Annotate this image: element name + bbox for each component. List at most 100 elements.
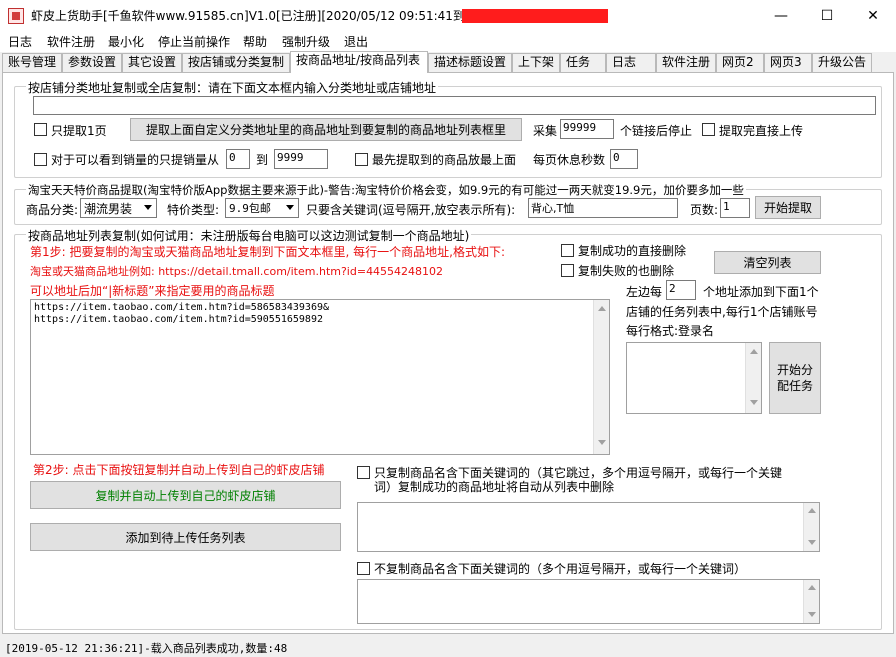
- left-each-label: 左边每: [626, 285, 663, 299]
- assign-text-3: 每行格式:登录名: [626, 324, 715, 338]
- collect-count-input[interactable]: 99999: [560, 119, 614, 139]
- assign-text-1: 个地址添加到下面1个: [703, 285, 819, 299]
- url-line: https://item.taobao.com/item.htm?id=5905…: [34, 314, 323, 325]
- rest-seconds-input[interactable]: 0: [610, 149, 638, 169]
- sales-from-input[interactable]: 0: [226, 149, 250, 169]
- pages-input[interactable]: 1: [720, 198, 750, 218]
- direct-upload-label: 提取完直接上传: [719, 124, 804, 138]
- delete-success-checkbox[interactable]: [561, 244, 574, 257]
- close-icon: ✕: [867, 7, 879, 24]
- menu-log[interactable]: 日志: [8, 33, 32, 50]
- price-type-select[interactable]: 9.9包邮: [225, 198, 299, 218]
- include-keywords-textarea[interactable]: [357, 502, 820, 552]
- status-text: [2019-05-12 21:36:21]-载入商品列表成功,数量:48: [5, 642, 288, 655]
- scroll-up-icon: [808, 508, 816, 513]
- stop-after-label: 个链接后停止: [620, 124, 693, 138]
- category-select[interactable]: 潮流男装: [80, 198, 157, 218]
- extract-button[interactable]: 提取上面自定义分类地址里的商品地址到要复制的商品地址列表框里: [130, 118, 522, 141]
- price-type-label: 特价类型:: [167, 203, 220, 217]
- assign-button-line1: 开始分: [776, 363, 813, 377]
- tab-by-shop[interactable]: 按店铺或分类复制: [182, 53, 290, 72]
- minimize-icon: —: [774, 7, 788, 24]
- menu-help[interactable]: 帮助: [243, 33, 267, 50]
- menu-minimize[interactable]: 最小化: [108, 33, 144, 50]
- chevron-down-icon: [144, 205, 152, 210]
- menu-stop[interactable]: 停止当前操作: [158, 33, 230, 50]
- first-on-top-label: 最先提取到的商品放最上面: [372, 153, 517, 167]
- minimize-button[interactable]: —: [758, 0, 804, 31]
- sales-to-label: 到: [256, 153, 269, 167]
- each-count-input[interactable]: 2: [666, 280, 696, 300]
- scroll-down-icon: [808, 612, 816, 617]
- include-keywords-checkbox[interactable]: [357, 466, 370, 479]
- category-value: 潮流男装: [84, 202, 133, 216]
- url-list-textarea[interactable]: https://item.taobao.com/item.htm?id=5865…: [30, 299, 610, 455]
- scroll-down-icon: [750, 400, 758, 405]
- menu-register[interactable]: 软件注册: [47, 33, 95, 50]
- maximize-button[interactable]: ☐: [804, 0, 850, 31]
- collect-label: 采集: [533, 124, 558, 138]
- tab-web3[interactable]: 网页3: [764, 53, 812, 72]
- delete-fail-label: 复制失败的也删除: [578, 264, 675, 278]
- tab-accounts[interactable]: 账号管理: [2, 53, 62, 72]
- tab-listing[interactable]: 上下架: [512, 53, 560, 72]
- menu-exit[interactable]: 退出: [344, 33, 368, 50]
- rest-seconds-label: 每页休息秒数: [533, 153, 606, 167]
- maximize-icon: ☐: [820, 7, 834, 24]
- step2-text: 第2步: 点击下面按钮复制并自动上传到自己的虾皮店铺: [33, 463, 325, 477]
- tejia-legend: 淘宝天天特价商品提取(淘宝特价版App数据主要来源于此)-警告:淘宝特价价格会变…: [26, 182, 746, 198]
- only-page1-label: 只提取1页: [51, 124, 107, 138]
- copy-upload-button[interactable]: 复制并自动上传到自己的虾皮店铺: [30, 481, 341, 509]
- product-list-legend: 按商品地址列表复制(如何试用：未注册版每台电脑可以这边测试复制一个商品地址): [26, 227, 472, 244]
- delete-success-label: 复制成功的直接删除: [578, 244, 687, 258]
- sales-filter-label: 对于可以看到销量的只提销量从: [51, 153, 220, 167]
- tab-register[interactable]: 软件注册: [656, 53, 716, 72]
- keyword-label: 只要含关键词(逗号隔开,放空表示所有):: [306, 203, 516, 217]
- tab-log[interactable]: 日志: [606, 53, 656, 72]
- tab-params[interactable]: 参数设置: [62, 53, 122, 72]
- tab-web2[interactable]: 网页2: [716, 53, 764, 72]
- category-label: 商品分类:: [26, 203, 79, 217]
- assign-task-button[interactable]: 开始分 配任务: [769, 342, 821, 414]
- keyword-input[interactable]: 背心,T恤: [528, 198, 678, 218]
- step1-text: 第1步: 把要复制的淘宝或天猫商品地址复制到下面文本框里, 每行一个商品地址,格…: [30, 245, 505, 259]
- url-line: https://item.taobao.com/item.htm?id=5865…: [34, 302, 330, 313]
- sales-filter-checkbox[interactable]: [34, 153, 47, 166]
- include-keywords-scrollbar[interactable]: [803, 503, 819, 551]
- only-page1-checkbox[interactable]: [34, 123, 47, 136]
- add-task-button[interactable]: 添加到待上传任务列表: [30, 523, 341, 551]
- menu-force-upgrade[interactable]: 强制升级: [282, 33, 330, 50]
- exclude-keywords-textarea[interactable]: [357, 579, 820, 624]
- scroll-up-icon: [808, 585, 816, 590]
- tab-other-settings[interactable]: 其它设置: [122, 53, 182, 72]
- close-button[interactable]: ✕: [850, 0, 896, 31]
- tab-tasks[interactable]: 任务: [560, 53, 606, 72]
- exclude-keywords-checkbox[interactable]: [357, 562, 370, 575]
- scroll-down-icon: [598, 440, 606, 445]
- sales-to-input[interactable]: 9999: [274, 149, 328, 169]
- category-url-input[interactable]: [33, 96, 876, 115]
- url-list-scrollbar[interactable]: [593, 300, 609, 454]
- exclude-keywords-label: 不复制商品名含下面关键词的（多个用逗号隔开，或每行一个关键词）: [374, 562, 747, 576]
- tab-desc-title[interactable]: 描述标题设置: [428, 53, 512, 72]
- title-hint-text: 可以地址后加“|新标题”来指定要用的商品标题: [30, 284, 275, 298]
- window-title: 虾皮上货助手[千鱼软件www.91585.cn]V1.0[已注册][2020/0…: [31, 9, 482, 23]
- start-extract-button[interactable]: 开始提取: [755, 196, 821, 219]
- scroll-down-icon: [808, 540, 816, 545]
- shop-accounts-textarea[interactable]: [626, 342, 762, 414]
- example-url-text: 淘宝或天猫商品地址例如: https://detail.tmall.com/it…: [30, 265, 444, 278]
- tab-by-product[interactable]: 按商品地址/按商品列表: [290, 51, 428, 73]
- clear-list-button[interactable]: 清空列表: [714, 251, 821, 274]
- exclude-keywords-scrollbar[interactable]: [803, 580, 819, 623]
- shop-copy-legend: 按店铺分类地址复制或全店复制：请在下面文本框内输入分类地址或店铺地址: [26, 79, 439, 96]
- price-type-value: 9.9包邮: [229, 202, 271, 215]
- first-on-top-checkbox[interactable]: [355, 153, 368, 166]
- chevron-down-icon: [286, 205, 294, 210]
- delete-fail-checkbox[interactable]: [561, 264, 574, 277]
- scroll-up-icon: [598, 306, 606, 311]
- shop-accounts-scrollbar[interactable]: [745, 343, 761, 413]
- pages-label: 页数:: [690, 203, 719, 217]
- direct-upload-checkbox[interactable]: [702, 123, 715, 136]
- tab-upgrade-notice[interactable]: 升级公告: [812, 53, 872, 72]
- assign-button-line2: 配任务: [776, 379, 813, 393]
